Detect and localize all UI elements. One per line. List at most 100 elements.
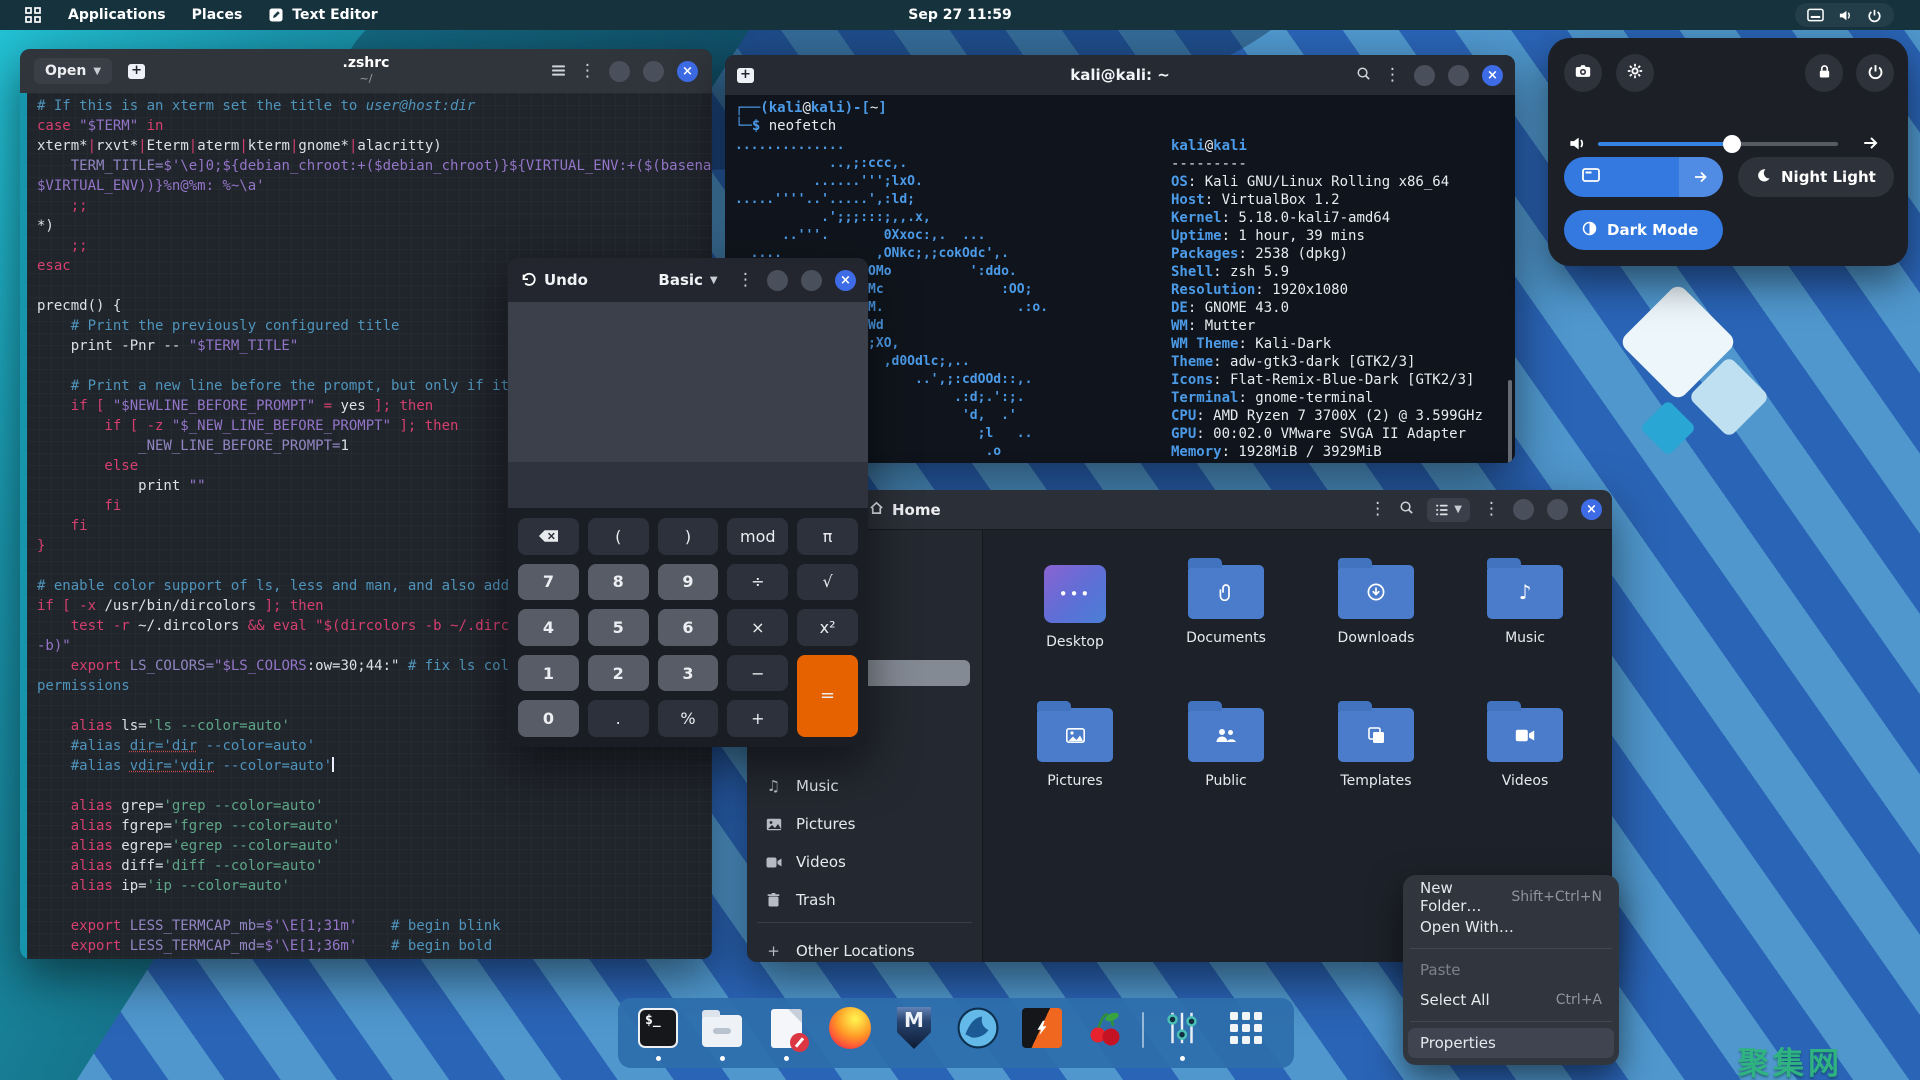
calc-key-1[interactable]: 1 xyxy=(518,654,579,692)
volume-slider[interactable] xyxy=(1598,135,1838,153)
calculator-display[interactable] xyxy=(508,302,868,462)
expand-arrow-icon[interactable] xyxy=(1679,157,1723,197)
calc-key-5[interactable]: 5 xyxy=(587,609,649,646)
breadcrumb[interactable]: Home xyxy=(869,500,941,519)
dock-item-texteditor[interactable] xyxy=(764,1006,809,1052)
backspace-button[interactable] xyxy=(518,518,579,555)
kebab-menu-icon[interactable]: ⋮ xyxy=(1369,501,1386,518)
focused-app-menu[interactable]: Text Editor xyxy=(268,7,378,23)
calc-key-0[interactable]: 0 xyxy=(518,700,579,737)
calc-key-2[interactable]: 2 xyxy=(587,654,649,692)
new-tab-icon[interactable] xyxy=(737,67,754,83)
maximize-button[interactable] xyxy=(801,269,822,291)
folder-public[interactable]: Public xyxy=(1166,701,1286,789)
calc-key-√[interactable]: √ xyxy=(797,563,858,601)
search-icon[interactable] xyxy=(1399,500,1414,519)
dock-item-metasploit[interactable]: M xyxy=(892,1006,936,1050)
undo-button[interactable]: Undo xyxy=(520,271,588,289)
minimize-button[interactable] xyxy=(767,269,788,291)
screen-settings-toggle[interactable] xyxy=(1564,157,1723,197)
calculator-titlebar[interactable]: Undo Basic ▼ ⋮ × xyxy=(508,258,868,302)
panel-grid-icon[interactable] xyxy=(24,6,42,24)
calc-key-8[interactable]: 8 xyxy=(587,563,649,601)
calc-key-+[interactable]: + xyxy=(727,700,789,737)
open-button[interactable]: Open ▼ xyxy=(34,58,113,84)
calc-key-x²[interactable]: x² xyxy=(797,609,858,646)
calc-key-÷[interactable]: ÷ xyxy=(727,563,789,601)
maximize-button[interactable] xyxy=(643,60,664,82)
dark-mode-toggle[interactable]: Dark Mode xyxy=(1564,210,1723,250)
calc-key-.[interactable]: . xyxy=(587,700,649,737)
volume-expand-icon[interactable] xyxy=(1862,134,1880,156)
sidebar-item-pictures[interactable]: Pictures xyxy=(756,809,973,839)
close-button[interactable]: × xyxy=(835,269,856,291)
menu-item-new-folder-[interactable]: New Folder… Shift+Ctrl+N xyxy=(1408,879,1614,915)
kebab-menu-icon[interactable]: ⋮ xyxy=(737,271,754,289)
calc-key-mod[interactable]: mod xyxy=(727,518,789,555)
close-button[interactable]: × xyxy=(677,60,698,82)
menu-item-select-all[interactable]: Select All Ctrl+A xyxy=(1408,985,1614,1015)
dock-item-tweaks[interactable] xyxy=(1160,1006,1204,1050)
calc-key-4[interactable]: 4 xyxy=(518,609,579,646)
folder-documents[interactable]: Documents xyxy=(1166,558,1286,646)
calc-key-)[interactable]: ) xyxy=(657,518,719,555)
dock-item-burpsuite[interactable] xyxy=(1020,1006,1064,1050)
screenshot-button[interactable] xyxy=(1564,54,1602,92)
minimize-button[interactable] xyxy=(609,60,630,82)
calc-key-π[interactable]: π xyxy=(797,518,858,555)
view-toggle-button[interactable]: ▼ xyxy=(1427,497,1470,522)
kebab-menu-icon[interactable]: ⋮ xyxy=(579,62,596,80)
calc-key-%[interactable]: % xyxy=(657,700,719,737)
close-button[interactable]: × xyxy=(1581,499,1602,520)
folder-music[interactable]: ♪ Music xyxy=(1465,558,1585,646)
editor-titlebar[interactable]: Open▼ .zshrc ~/ ⋮ × xyxy=(20,49,712,93)
calc-key-3[interactable]: 3 xyxy=(657,654,719,692)
hamburger-menu-icon[interactable] xyxy=(551,62,566,81)
kebab-menu-icon[interactable]: ⋮ xyxy=(1384,66,1401,84)
mode-selector[interactable]: Basic ▼ xyxy=(658,271,717,289)
close-button[interactable]: × xyxy=(1482,64,1503,86)
folder-templates[interactable]: Templates xyxy=(1316,701,1436,789)
settings-button[interactable] xyxy=(1616,54,1654,92)
terminal-titlebar[interactable]: kali@kali: ~ ⋮ × xyxy=(725,55,1515,95)
dock-item-cherrytree[interactable] xyxy=(1084,1006,1128,1050)
calc-key-([interactable]: ( xyxy=(587,518,649,555)
maximize-button[interactable] xyxy=(1448,64,1469,86)
dock-item-firefox[interactable] xyxy=(828,1006,872,1050)
calc-key-7[interactable]: 7 xyxy=(518,563,579,601)
folder-desktop[interactable]: ••• Desktop xyxy=(1015,565,1135,650)
menu-item-open-with-[interactable]: Open With… xyxy=(1408,912,1614,942)
calc-key-=[interactable]: = xyxy=(797,654,858,737)
dock-item-terminal[interactable]: $_ xyxy=(636,1006,680,1050)
volume-slider-knob[interactable] xyxy=(1723,135,1741,153)
night-light-toggle[interactable]: Night Light xyxy=(1738,157,1894,197)
terminal-scrollbar[interactable] xyxy=(1508,380,1512,463)
dock-item-files[interactable] xyxy=(700,1006,744,1050)
lock-button[interactable] xyxy=(1805,54,1843,92)
minimize-button[interactable] xyxy=(1414,64,1435,86)
menu-places[interactable]: Places xyxy=(192,7,243,23)
sidebar-item-other-locations[interactable]: + Other Locations xyxy=(756,936,973,962)
calc-key-6[interactable]: 6 xyxy=(657,609,719,646)
sidebar-item-trash[interactable]: Trash xyxy=(756,885,973,915)
sidebar-item-music[interactable]: ♫ Music xyxy=(756,771,973,801)
new-document-icon[interactable] xyxy=(128,63,146,79)
sidebar-item-videos[interactable]: Videos xyxy=(756,847,973,877)
calc-key-−[interactable]: − xyxy=(727,654,789,692)
search-icon[interactable] xyxy=(1356,66,1371,85)
calc-key-×[interactable]: × xyxy=(727,609,789,646)
folder-pictures[interactable]: Pictures xyxy=(1015,701,1135,789)
menu-item-paste[interactable]: Paste xyxy=(1408,955,1614,985)
clock[interactable]: Sep 27 11:59 xyxy=(908,7,1011,23)
maximize-button[interactable] xyxy=(1547,499,1568,520)
calc-key-9[interactable]: 9 xyxy=(657,563,719,601)
folder-downloads[interactable]: Downloads xyxy=(1316,558,1436,646)
menu-item-properties[interactable]: Properties xyxy=(1408,1028,1614,1058)
kebab-menu-icon[interactable]: ⋮ xyxy=(1483,501,1500,518)
dock-item-appgrid[interactable] xyxy=(1224,1006,1268,1050)
system-tray[interactable] xyxy=(1795,3,1894,27)
minimize-button[interactable] xyxy=(1513,499,1534,520)
files-titlebar[interactable]: Home ⋮ ▼ ⋮ × xyxy=(747,490,1612,530)
menu-applications[interactable]: Applications xyxy=(68,7,166,23)
power-button[interactable] xyxy=(1856,54,1894,92)
